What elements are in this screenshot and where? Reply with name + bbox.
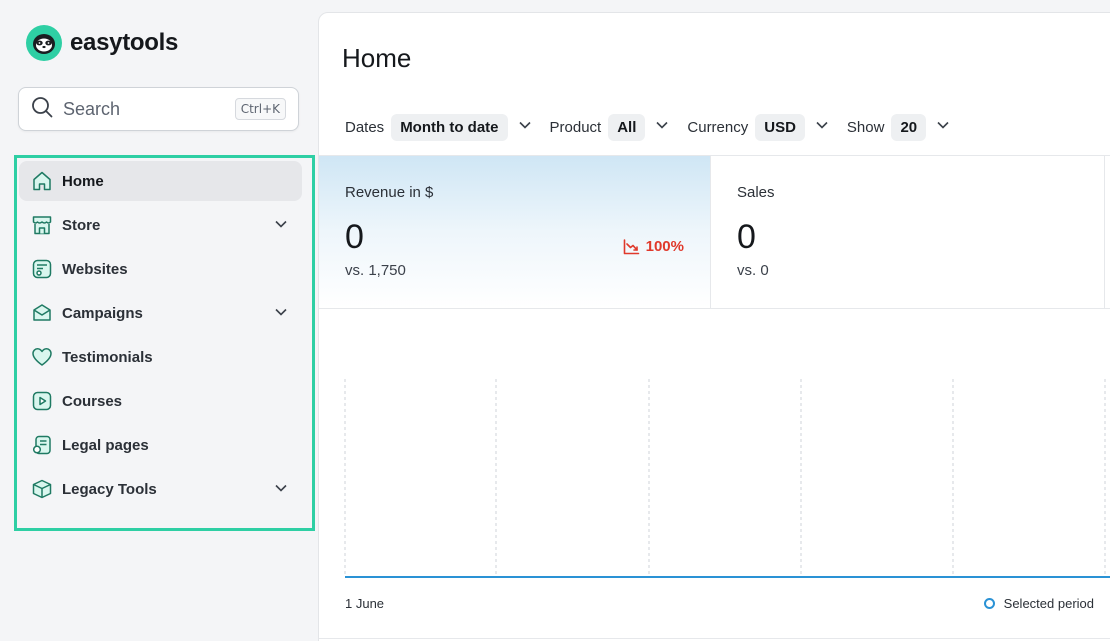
filter-label: Product [549,119,602,136]
mail-icon [31,302,53,324]
home-icon [31,170,53,192]
delta-value: 100% [645,238,684,255]
sidebar-item-label: Campaigns [62,304,143,322]
chevron-down-icon[interactable] [274,217,288,236]
x-tick-label: 1 June [345,596,385,611]
sidebar-nav: Home Store Websites Campaigns Testimonia… [14,155,315,531]
search-box[interactable]: Search Ctrl+K [18,87,299,131]
sidebar-item-home[interactable]: Home [19,161,302,201]
stat-value: 0 [345,218,364,256]
heart-icon [31,346,53,368]
sloth-logo-icon [26,25,62,61]
search-placeholder: Search [63,98,121,119]
page-title: Home [342,43,412,73]
stat-label: Sales [737,184,775,201]
filter-show[interactable]: Show 20 [847,114,950,141]
play-icon [31,390,53,412]
legend-marker [983,598,995,609]
sidebar-item-legal-pages[interactable]: Legal pages [19,425,302,465]
filter-currency[interactable]: Currency USD [687,114,829,141]
store-icon [31,214,53,236]
search-shortcut-badge: Ctrl+K [234,98,286,120]
filter-label: Show [846,119,885,136]
main-panel: Home Dates Month to date Product All Cur… [318,12,1110,641]
sidebar-item-label: Testimonials [62,348,153,366]
chevron-down-icon[interactable] [655,118,669,137]
sidebar-item-legacy-tools[interactable]: Legacy Tools [19,469,302,509]
chevron-down-icon[interactable] [274,481,288,500]
chevron-down-icon[interactable] [936,118,950,137]
sidebar-item-label: Legacy Tools [62,480,157,498]
legal-doc-icon [31,434,53,456]
brand-logo[interactable]: easytools [26,25,178,61]
filter-dates[interactable]: Dates Month to date [345,114,532,141]
website-icon [31,258,53,280]
revenue-chart: 1 June Selected period [319,309,1110,639]
chevron-down-icon[interactable] [518,118,532,137]
box-icon [31,478,53,500]
sidebar-item-label: Websites [62,260,128,278]
stat-label: Revenue in $ [345,184,434,201]
filter-value[interactable]: Month to date [391,114,508,141]
sidebar-item-websites[interactable]: Websites [19,249,302,289]
stat-card-sales[interactable]: Sales 0 vs. 0 [711,156,1105,308]
filter-product[interactable]: Product All [550,114,670,141]
sidebar-item-label: Courses [62,392,123,410]
sidebar-item-store[interactable]: Store [19,205,302,245]
filter-value[interactable]: All [608,114,646,141]
sidebar-item-campaigns[interactable]: Campaigns [19,293,302,333]
filter-label: Currency [687,119,749,136]
filter-label: Dates [345,119,385,136]
filter-bar: Dates Month to date Product All Currency… [345,114,968,141]
legend-label: Selected period [1003,596,1094,611]
filter-value[interactable]: 20 [891,114,927,141]
chart-legend[interactable]: Selected period [983,596,1094,611]
chevron-down-icon[interactable] [815,118,829,137]
brand-name: easytools [70,29,179,56]
stat-value: 0 [737,218,756,256]
trend-down-icon [623,239,639,255]
sidebar-item-label: Legal pages [62,436,149,454]
stat-compare: vs. 1,750 [345,262,406,279]
stats-row: Revenue in $ 0 vs. 1,750 100% Sales 0 vs… [319,155,1110,309]
sidebar-item-testimonials[interactable]: Testimonials [19,337,302,377]
sidebar-item-label: Store [62,216,101,234]
filter-value[interactable]: USD [755,114,805,141]
chart-canvas [344,379,1110,578]
sidebar-item-courses[interactable]: Courses [19,381,302,421]
stat-card-revenue[interactable]: Revenue in $ 0 vs. 1,750 100% [319,156,711,308]
chevron-down-icon[interactable] [274,305,288,324]
delta-badge: 100% [623,238,684,255]
stat-compare: vs. 0 [737,262,769,279]
search-icon [31,96,53,123]
sidebar-item-label: Home [62,172,104,190]
sidebar: easytools Search Ctrl+K Home Store Websi… [0,0,316,641]
